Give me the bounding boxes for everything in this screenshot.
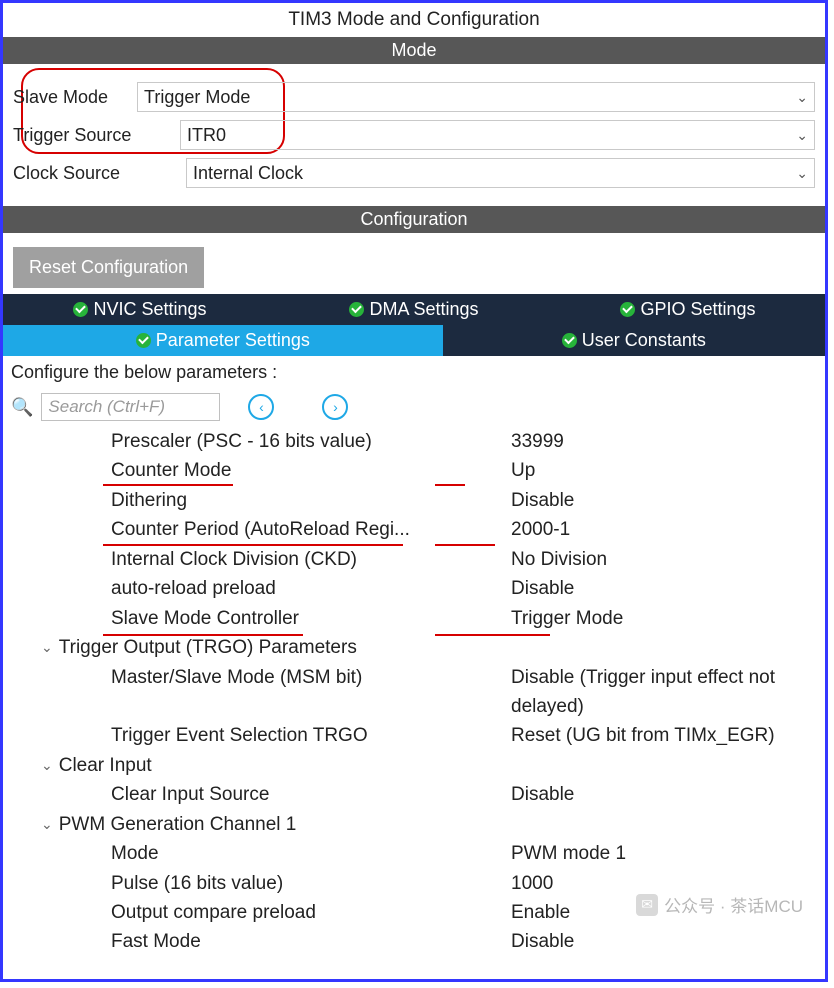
param-slave-mode-controller[interactable]: Slave Mode ControllerTrigger Mode [11, 604, 817, 633]
check-icon [349, 302, 364, 317]
param-trgo-event[interactable]: Trigger Event Selection TRGOReset (UG bi… [11, 721, 817, 750]
slave-mode-row: Slave Mode Trigger Mode ⌄ [13, 82, 815, 112]
prev-nav-button[interactable]: ‹ [248, 394, 274, 420]
search-row: 🔍 Search (Ctrl+F) ‹ › [3, 389, 825, 427]
chevron-down-icon: ⌄ [796, 127, 808, 144]
clock-source-value: Internal Clock [193, 163, 303, 184]
param-clear-input-source[interactable]: Clear Input SourceDisable [11, 780, 817, 809]
tab-nvic-settings[interactable]: NVIC Settings [3, 294, 277, 325]
mode-panel: Slave Mode Trigger Mode ⌄ Trigger Source… [3, 64, 825, 200]
check-icon [73, 302, 88, 317]
param-pwm-mode[interactable]: ModePWM mode 1 [11, 839, 817, 868]
check-icon [136, 333, 151, 348]
tab-dma-settings[interactable]: DMA Settings [277, 294, 551, 325]
check-icon [620, 302, 635, 317]
param-msm[interactable]: Master/Slave Mode (MSM bit)Disable (Trig… [11, 663, 817, 722]
parameter-tree: Prescaler (PSC - 16 bits value)33999 Cou… [3, 427, 825, 965]
watermark-text: 公众号 · 茶话MCU [664, 892, 803, 917]
group-clear-input[interactable]: ⌄Clear Input [11, 751, 817, 780]
tab-parameter-settings[interactable]: Parameter Settings [3, 325, 443, 356]
mode-header: Mode [3, 37, 825, 64]
trigger-source-label: Trigger Source [13, 125, 188, 146]
slave-mode-value: Trigger Mode [144, 87, 250, 108]
param-counter-period[interactable]: Counter Period (AutoReload Regi...2000-1 [11, 515, 817, 544]
configuration-panel: Reset Configuration [3, 233, 825, 294]
config-window: TIM3 Mode and Configuration Mode Slave M… [0, 0, 828, 982]
param-ckd[interactable]: Internal Clock Division (CKD)No Division [11, 545, 817, 574]
tab-gpio-settings[interactable]: GPIO Settings [551, 294, 825, 325]
settings-tabs-row2: Parameter Settings User Constants [3, 325, 825, 356]
configure-params-label: Configure the below parameters : [3, 356, 825, 389]
clock-source-label: Clock Source [13, 163, 188, 184]
search-input[interactable]: Search (Ctrl+F) [41, 393, 220, 421]
chevron-down-icon: ⌄ [41, 814, 53, 836]
settings-tabs-row1: NVIC Settings DMA Settings GPIO Settings [3, 294, 825, 325]
chevron-down-icon: ⌄ [796, 89, 808, 106]
check-icon [562, 333, 577, 348]
chevron-down-icon: ⌄ [41, 637, 53, 659]
chevron-down-icon: ⌄ [41, 755, 53, 777]
wechat-icon: ✉ [636, 894, 658, 916]
trigger-source-value: ITR0 [187, 125, 226, 146]
search-icon[interactable]: 🔍 [11, 397, 33, 418]
tab-user-constants[interactable]: User Constants [443, 325, 825, 356]
trigger-source-dropdown[interactable]: ITR0 ⌄ [180, 120, 815, 150]
trigger-source-row: Trigger Source ITR0 ⌄ [13, 120, 815, 150]
param-fast-mode[interactable]: Fast ModeDisable [11, 927, 817, 956]
clock-source-row: Clock Source Internal Clock ⌄ [13, 158, 815, 188]
param-auto-reload-preload[interactable]: auto-reload preloadDisable [11, 574, 817, 603]
reset-configuration-button[interactable]: Reset Configuration [13, 247, 204, 288]
next-nav-button[interactable]: › [322, 394, 348, 420]
window-title: TIM3 Mode and Configuration [3, 3, 825, 37]
clock-source-dropdown[interactable]: Internal Clock ⌄ [186, 158, 815, 188]
chevron-down-icon: ⌄ [796, 165, 808, 182]
param-prescaler[interactable]: Prescaler (PSC - 16 bits value)33999 [11, 427, 817, 456]
param-dithering[interactable]: DitheringDisable [11, 486, 817, 515]
group-pwm-ch1[interactable]: ⌄PWM Generation Channel 1 [11, 810, 817, 839]
group-trgo[interactable]: ⌄Trigger Output (TRGO) Parameters [11, 633, 817, 662]
watermark: ✉ 公众号 · 茶话MCU [636, 892, 803, 917]
configuration-header: Configuration [3, 206, 825, 233]
param-counter-mode[interactable]: Counter ModeUp [11, 456, 817, 485]
slave-mode-dropdown[interactable]: Trigger Mode ⌄ [137, 82, 815, 112]
